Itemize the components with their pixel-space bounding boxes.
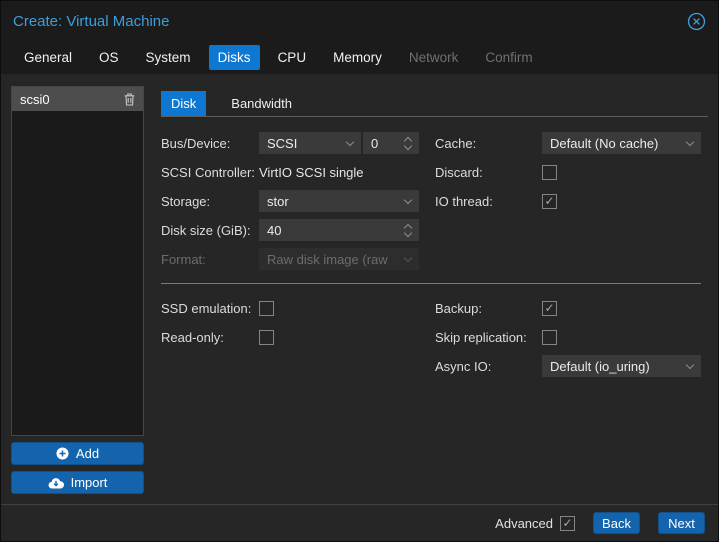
tab-cpu[interactable]: CPU bbox=[269, 45, 316, 70]
import-button[interactable]: Import bbox=[11, 471, 144, 494]
discard-checkbox[interactable] bbox=[542, 165, 557, 180]
chevron-down-icon bbox=[346, 137, 354, 145]
io-thread-label: IO thread: bbox=[435, 194, 542, 209]
format-select-value: Raw disk image (raw bbox=[267, 252, 388, 267]
disk-form: Bus/Device: SCSI 0 bbox=[161, 117, 708, 384]
add-button-label: Add bbox=[76, 446, 99, 461]
disk-subtabs: Disk Bandwidth bbox=[161, 91, 708, 117]
discard-label: Discard: bbox=[435, 165, 542, 180]
tab-os[interactable]: OS bbox=[90, 45, 128, 70]
read-only-checkbox[interactable] bbox=[259, 330, 274, 345]
create-vm-dialog: Create: Virtual Machine General OS Syste… bbox=[0, 0, 719, 542]
cache-select-value: Default (No cache) bbox=[550, 136, 658, 151]
section-divider bbox=[161, 283, 701, 284]
chevron-down-icon bbox=[404, 253, 412, 261]
subtab-bandwidth[interactable]: Bandwidth bbox=[221, 91, 302, 116]
backup-checkbox[interactable]: ✓ bbox=[542, 301, 557, 316]
close-icon[interactable] bbox=[687, 12, 706, 31]
disk-settings-panel: Disk Bandwidth Bus/Device: SCSI bbox=[161, 86, 708, 494]
add-button[interactable]: Add bbox=[11, 442, 144, 465]
skip-replication-checkbox[interactable] bbox=[542, 330, 557, 345]
chevron-down-icon bbox=[404, 195, 412, 203]
storage-select-value: stor bbox=[267, 194, 289, 209]
backup-label: Backup: bbox=[435, 301, 542, 316]
dialog-title: Create: Virtual Machine bbox=[13, 13, 169, 30]
spinner-arrows-icon[interactable] bbox=[405, 138, 411, 149]
tab-confirm: Confirm bbox=[476, 45, 541, 70]
format-select: Raw disk image (raw bbox=[259, 248, 419, 270]
ssd-emulation-checkbox[interactable] bbox=[259, 301, 274, 316]
advanced-label: Advanced bbox=[495, 516, 553, 531]
wizard-tabbar: General OS System Disks CPU Memory Netwo… bbox=[1, 41, 718, 74]
plus-circle-icon bbox=[56, 447, 69, 460]
disk-size-label: Disk size (GiB): bbox=[161, 223, 259, 238]
async-io-label: Async IO: bbox=[435, 359, 542, 374]
chevron-down-icon bbox=[686, 360, 694, 368]
row-readonly-skiprepl: Read-only: Skip replication: bbox=[161, 326, 708, 348]
device-number-stepper[interactable]: 0 bbox=[363, 132, 419, 154]
format-label: Format: bbox=[161, 252, 259, 267]
cloud-import-icon bbox=[48, 477, 64, 489]
scsi-controller-value: VirtIO SCSI single bbox=[259, 165, 364, 180]
async-io-select[interactable]: Default (io_uring) bbox=[542, 355, 701, 377]
row-controller-discard: SCSI Controller: VirtIO SCSI single Disc… bbox=[161, 161, 708, 183]
tab-network: Network bbox=[400, 45, 468, 70]
row-storage-iothread: Storage: stor IO thread: ✓ bbox=[161, 190, 708, 212]
device-number-value: 0 bbox=[371, 136, 378, 151]
advanced-checkbox[interactable]: ✓ bbox=[560, 516, 575, 531]
scsi-controller-label: SCSI Controller: bbox=[161, 165, 259, 180]
dialog-titlebar: Create: Virtual Machine bbox=[1, 1, 718, 41]
cache-label: Cache: bbox=[435, 136, 542, 151]
row-ssd-backup: SSD emulation: Backup: ✓ bbox=[161, 297, 708, 319]
async-io-select-value: Default (io_uring) bbox=[550, 359, 650, 374]
tab-general[interactable]: General bbox=[15, 45, 81, 70]
dialog-footer: Advanced ✓ Back Next bbox=[1, 504, 718, 541]
bus-select[interactable]: SCSI bbox=[259, 132, 361, 154]
tab-memory[interactable]: Memory bbox=[324, 45, 391, 70]
row-format: Format: Raw disk image (raw bbox=[161, 248, 708, 270]
chevron-down-icon bbox=[686, 137, 694, 145]
back-button[interactable]: Back bbox=[593, 512, 640, 534]
disk-size-stepper[interactable]: 40 bbox=[259, 219, 419, 241]
storage-label: Storage: bbox=[161, 194, 259, 209]
cache-select[interactable]: Default (No cache) bbox=[542, 132, 701, 154]
spinner-arrows-icon[interactable] bbox=[405, 225, 411, 236]
disk-list-item-scsi0[interactable]: scsi0 bbox=[12, 87, 143, 111]
subtab-disk[interactable]: Disk bbox=[161, 91, 206, 116]
import-button-label: Import bbox=[71, 475, 108, 490]
disk-item-label: scsi0 bbox=[20, 92, 50, 107]
tab-system[interactable]: System bbox=[137, 45, 200, 70]
bus-select-value: SCSI bbox=[267, 136, 297, 151]
tab-disks[interactable]: Disks bbox=[209, 45, 260, 70]
disk-size-value: 40 bbox=[267, 223, 281, 238]
row-asyncio: Async IO: Default (io_uring) bbox=[161, 355, 708, 377]
bus-device-label: Bus/Device: bbox=[161, 136, 259, 151]
io-thread-checkbox[interactable]: ✓ bbox=[542, 194, 557, 209]
skip-replication-label: Skip replication: bbox=[435, 330, 542, 345]
disk-list: scsi0 bbox=[11, 86, 144, 436]
next-button[interactable]: Next bbox=[658, 512, 705, 534]
trash-icon[interactable] bbox=[124, 93, 135, 106]
storage-select[interactable]: stor bbox=[259, 190, 419, 212]
read-only-label: Read-only: bbox=[161, 330, 259, 345]
dialog-body: scsi0 Add bbox=[1, 74, 718, 504]
row-disksize: Disk size (GiB): 40 bbox=[161, 219, 708, 241]
row-busdevice-cache: Bus/Device: SCSI 0 bbox=[161, 132, 708, 154]
disk-sidebar: scsi0 Add bbox=[11, 86, 144, 494]
ssd-emulation-label: SSD emulation: bbox=[161, 301, 259, 316]
